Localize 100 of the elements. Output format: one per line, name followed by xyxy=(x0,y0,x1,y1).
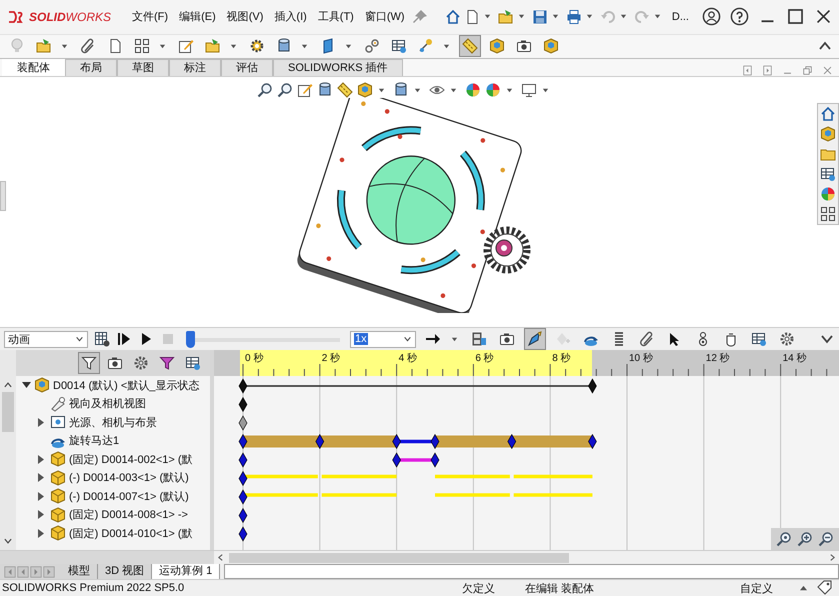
keyframe-marker[interactable] xyxy=(238,416,248,431)
tree-item[interactable]: D0014 (默认) <默认_显示状态 xyxy=(53,378,200,393)
folder-arrow-icon[interactable] xyxy=(498,8,514,25)
user-icon[interactable] xyxy=(702,7,721,26)
panel-left-icon[interactable] xyxy=(742,65,753,76)
zoom-out-icon[interactable] xyxy=(818,531,834,548)
menu-item[interactable]: 插入(I) xyxy=(270,9,311,24)
caret-icon[interactable] xyxy=(451,336,458,343)
document-tab[interactable]: 模型 xyxy=(61,564,98,579)
collapsed-arrow-icon[interactable] xyxy=(38,473,45,482)
cube-icon[interactable] xyxy=(356,82,372,98)
tree-item[interactable]: 光源、相机与布景 xyxy=(69,414,157,430)
collapsed-arrow-icon[interactable] xyxy=(38,418,45,427)
speed-dropdown[interactable]: 1x xyxy=(350,330,416,348)
tree-item[interactable]: (固定) D0014-002<1> (默 xyxy=(69,452,192,467)
caret-icon[interactable] xyxy=(450,86,456,94)
keyframe-marker[interactable] xyxy=(392,452,401,468)
chevron-left-icon[interactable] xyxy=(216,553,225,562)
command-tab[interactable]: 评估 xyxy=(221,59,273,76)
command-tab[interactable]: 草图 xyxy=(117,59,169,76)
tree-item[interactable]: (固定) D0014-008<1> -> xyxy=(69,507,188,522)
printer-icon[interactable] xyxy=(566,8,582,25)
keyframe-marker[interactable] xyxy=(238,508,248,524)
scrollbar-thumb[interactable] xyxy=(2,392,14,432)
maximize-icon[interactable] xyxy=(786,7,805,26)
caret-icon[interactable] xyxy=(586,13,593,20)
table-icon[interactable] xyxy=(820,166,836,182)
tree-item[interactable]: 视向及相机视图 xyxy=(69,396,146,412)
time-slider[interactable] xyxy=(186,330,340,348)
zoom-fit-icon[interactable] xyxy=(776,531,792,548)
command-tab[interactable]: 标注 xyxy=(169,59,221,76)
chevron-down-icon[interactable] xyxy=(3,536,13,546)
keyframe-marker[interactable] xyxy=(238,490,248,505)
collapsed-arrow-icon[interactable] xyxy=(38,454,45,464)
collapsed-arrow-icon[interactable] xyxy=(38,492,45,501)
ruler-icon[interactable] xyxy=(336,82,352,98)
collapsed-arrow-icon[interactable] xyxy=(38,528,45,538)
pencil-icon[interactable] xyxy=(296,82,312,98)
magnifier-icon[interactable] xyxy=(276,82,292,98)
sphere-icon[interactable] xyxy=(820,186,836,202)
chevron-right-icon[interactable] xyxy=(828,553,837,562)
caret-icon[interactable] xyxy=(620,13,627,20)
monitor-icon[interactable] xyxy=(520,82,536,98)
caret-icon[interactable] xyxy=(542,86,548,94)
caret-icon[interactable] xyxy=(552,13,559,20)
timeline-bar[interactable] xyxy=(243,436,397,448)
keyframe-marker[interactable] xyxy=(430,452,440,468)
caret-icon[interactable] xyxy=(61,42,68,50)
keyframe-marker[interactable] xyxy=(238,434,248,450)
caret-icon[interactable] xyxy=(518,13,525,20)
menu-item[interactable]: 编辑(E) xyxy=(175,9,220,24)
tag-icon[interactable] xyxy=(817,580,833,596)
study-type-dropdown[interactable]: 动画 xyxy=(4,330,88,348)
caret-icon[interactable] xyxy=(506,86,512,94)
keyframe-marker[interactable] xyxy=(238,471,248,486)
caret-icon[interactable] xyxy=(345,42,352,50)
caret-icon[interactable] xyxy=(414,86,420,94)
pin-icon[interactable] xyxy=(412,8,428,25)
keyframe-marker[interactable] xyxy=(315,434,324,450)
timeline-bar[interactable] xyxy=(243,474,318,478)
keyframe-marker[interactable] xyxy=(238,526,248,542)
restore-icon[interactable] xyxy=(802,65,813,76)
grid-icon[interactable] xyxy=(820,206,836,222)
caret-icon[interactable] xyxy=(443,42,450,50)
units-selector[interactable]: 自定义 xyxy=(740,580,773,596)
scrollbar[interactable] xyxy=(0,350,16,550)
cylinder-icon[interactable] xyxy=(316,82,332,98)
cube-icon[interactable] xyxy=(820,126,836,142)
time-ruler[interactable]: 0 秒 2 秒 4 秒 6 秒 8 秒 10 秒 12 秒 14 秒 xyxy=(214,350,839,376)
home-icon[interactable] xyxy=(820,106,836,122)
document-tab[interactable]: 3D 视图 xyxy=(98,564,152,579)
keyframe-marker[interactable] xyxy=(392,434,401,450)
command-tab[interactable]: 布局 xyxy=(65,59,117,76)
keyframe-marker[interactable] xyxy=(507,434,516,450)
caret-icon[interactable] xyxy=(301,42,308,50)
caret-icon[interactable] xyxy=(230,42,237,50)
tree-item[interactable]: (-) D0014-007<1> (默认) xyxy=(69,488,189,504)
timeline-bar[interactable] xyxy=(243,493,318,497)
slider-thumb[interactable] xyxy=(186,330,195,348)
menu-item[interactable]: 工具(T) xyxy=(314,9,358,24)
document-tab[interactable]: 运动算例 1 xyxy=(152,564,220,579)
tree-item[interactable]: (固定) D0014-010<1> (默 xyxy=(69,526,192,541)
keyframe-marker[interactable] xyxy=(238,452,248,468)
toolbar-button[interactable] xyxy=(78,352,100,374)
caret-icon[interactable] xyxy=(654,13,661,20)
cylinder-icon[interactable] xyxy=(392,82,408,98)
keyframe-marker[interactable] xyxy=(430,434,440,450)
save-icon[interactable] xyxy=(532,8,548,25)
caret-icon[interactable] xyxy=(159,42,166,50)
collapsed-arrow-icon[interactable] xyxy=(38,510,45,520)
keyframe-marker[interactable] xyxy=(588,378,597,394)
menu-item[interactable]: 视图(V) xyxy=(222,9,268,24)
command-tab[interactable]: SOLIDWORKS 插件 xyxy=(273,59,403,76)
keyframe-marker[interactable] xyxy=(588,434,597,450)
help-icon[interactable] xyxy=(730,7,749,26)
calculator-icon[interactable] xyxy=(94,331,110,348)
keyframe-marker[interactable] xyxy=(238,378,248,394)
caret-icon[interactable] xyxy=(484,13,491,20)
home-icon[interactable] xyxy=(444,8,461,25)
expanded-arrow-icon[interactable] xyxy=(22,382,31,389)
